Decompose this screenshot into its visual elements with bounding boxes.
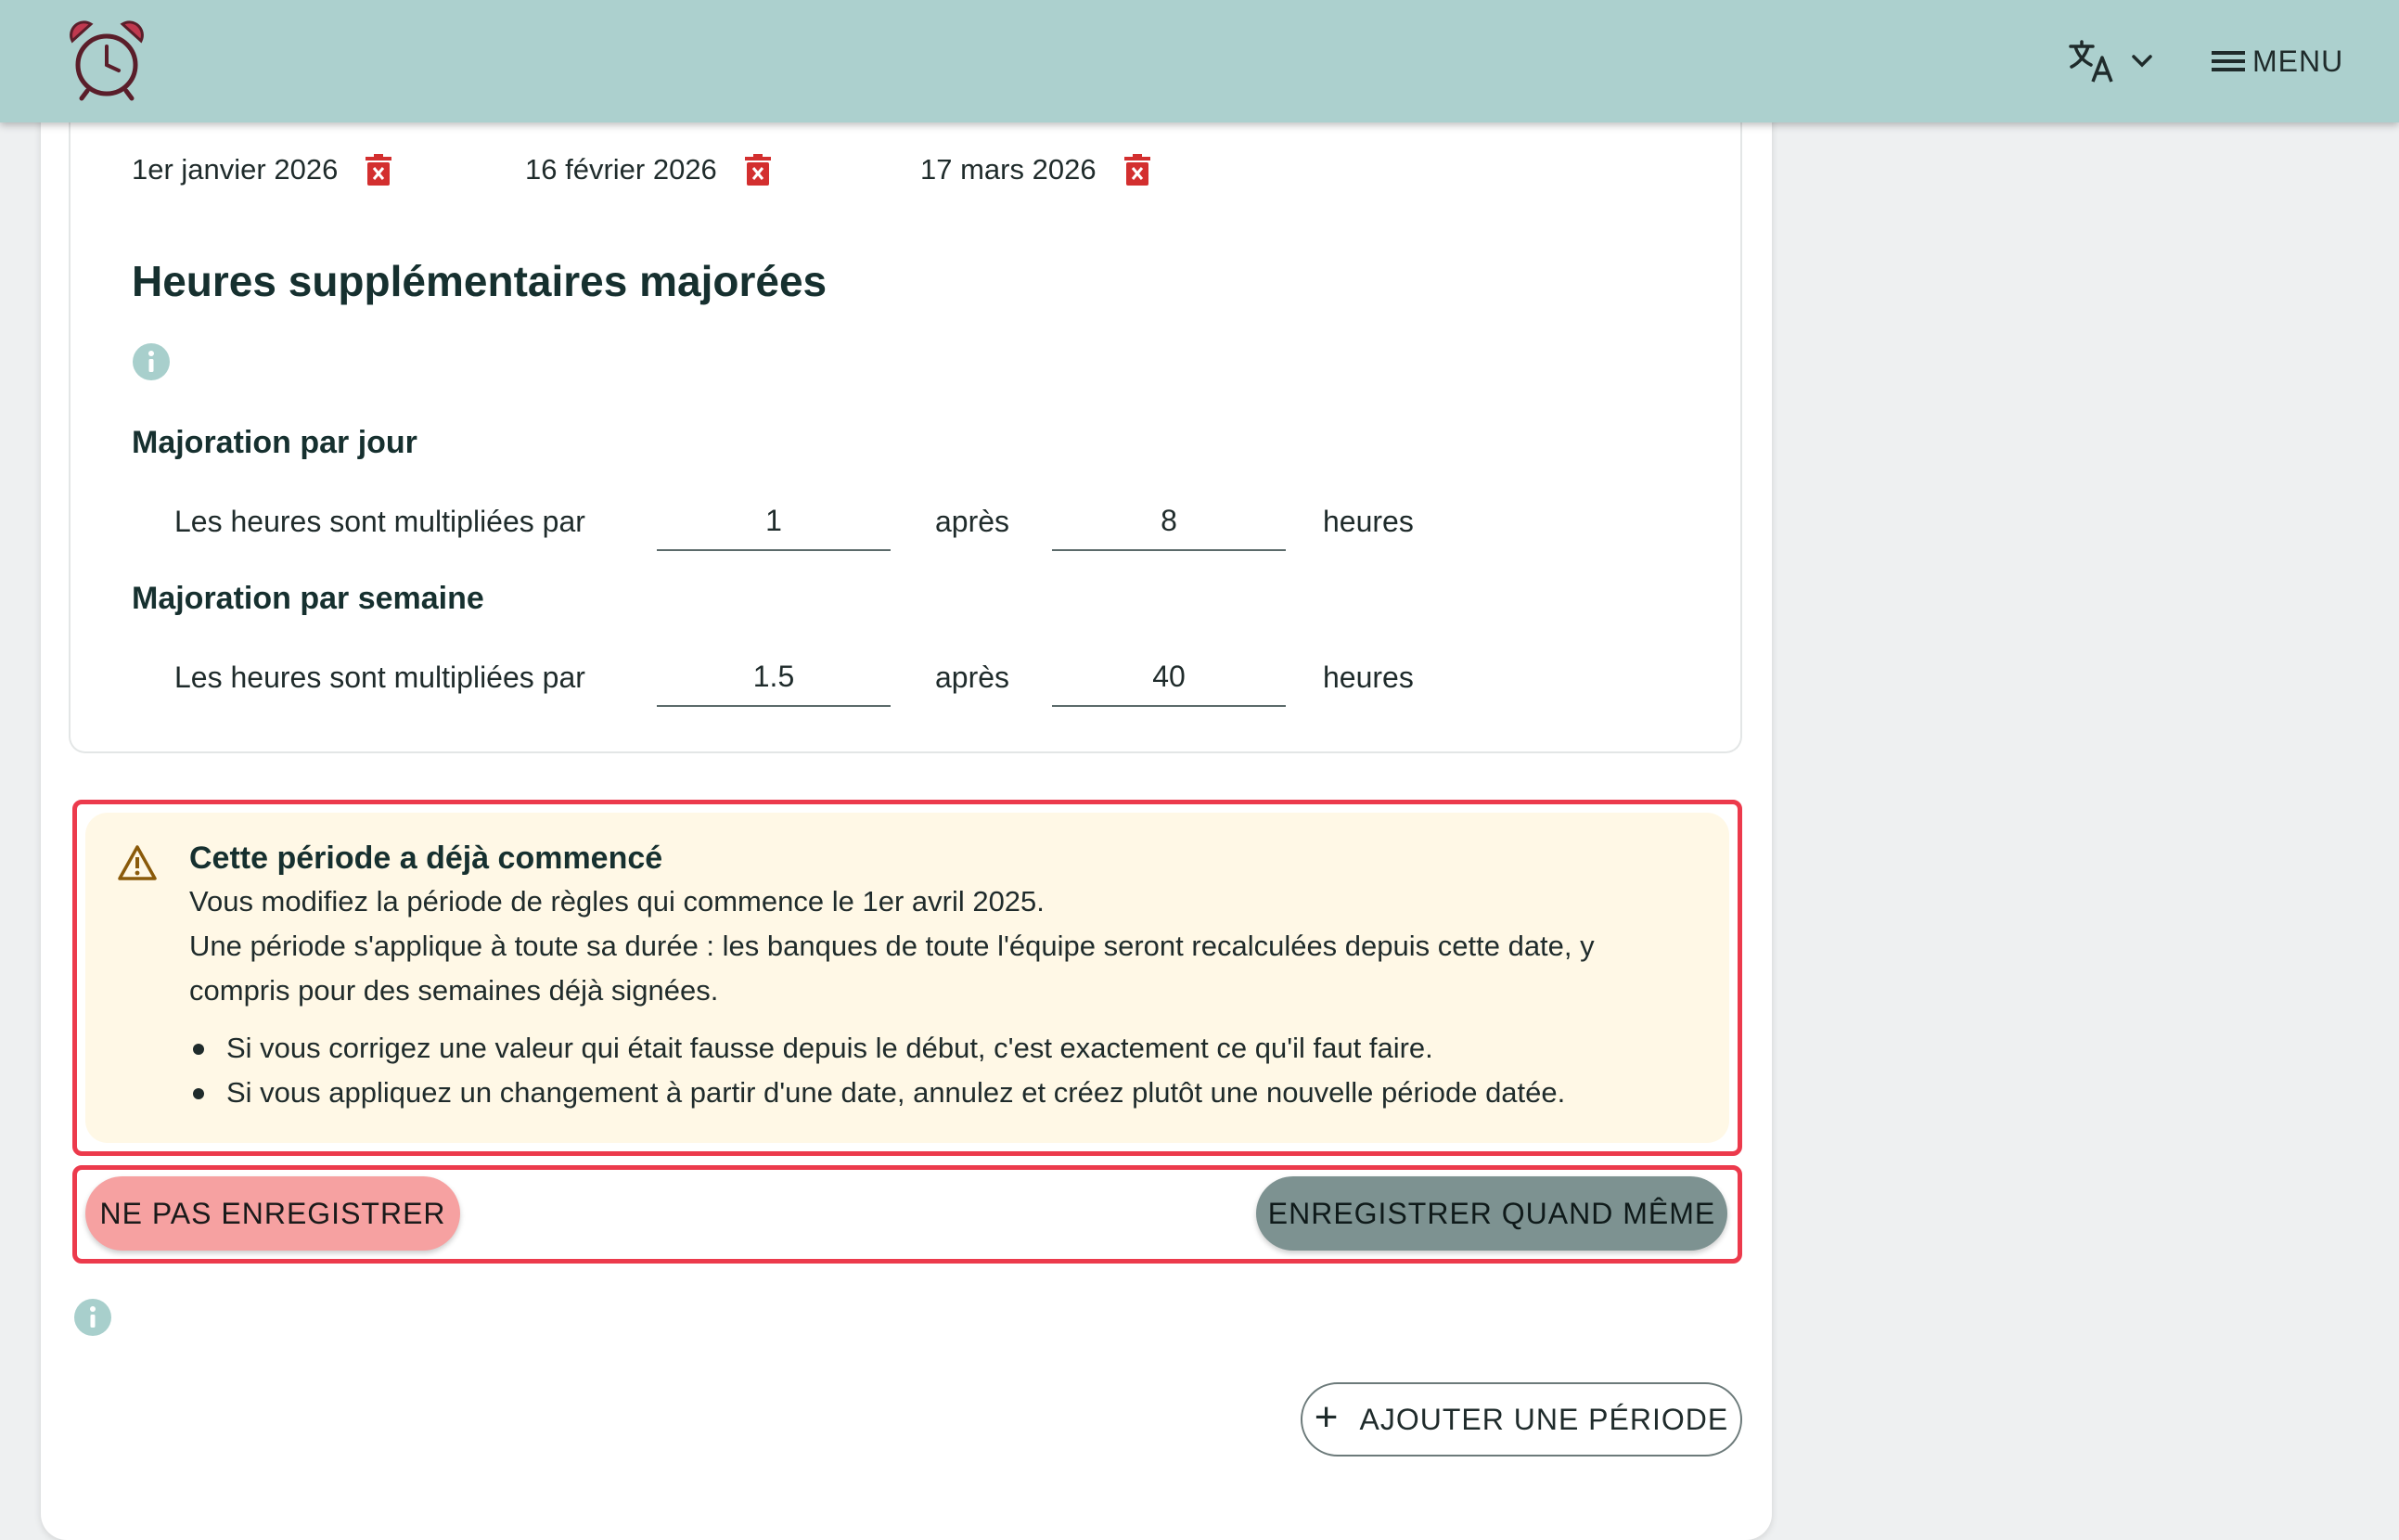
info-icon[interactable] [73,1298,112,1337]
chevron-down-icon [2132,55,2152,68]
plus-icon: + [1314,1394,1340,1440]
menu-label: MENU [2252,44,2344,78]
overtime-title: Heures supplémentaires majorées [132,257,827,305]
daily-multiplier-label: Les heures sont multipliées par [174,505,585,538]
daily-after-label: après [935,505,1010,538]
dont-save-button[interactable]: NE PAS ENREGISTRER [85,1176,460,1251]
weekly-multiplier-input[interactable] [657,648,891,707]
warning-title: Cette période a déjà commencé [189,841,663,876]
daily-hours-input[interactable] [1052,492,1286,551]
weekly-after-label: après [935,661,1010,694]
weekly-multiplier-label: Les heures sont multipliées par [174,661,585,694]
holiday-item: 17 mars 2026 [920,147,1150,193]
warning-line-1: Vous modifiez la période de règles qui c… [189,885,1045,918]
weekly-overtime-title: Majoration par semaine [132,581,484,616]
daily-overtime-title: Majoration par jour [132,425,417,460]
language-selector[interactable] [2069,33,2180,89]
delete-icon[interactable] [366,154,392,186]
daily-multiplier-input[interactable] [657,492,891,551]
weekly-unit-label: heures [1323,661,1414,694]
holiday-item: 1er janvier 2026 [132,147,392,193]
holiday-date: 17 mars 2026 [920,153,1097,186]
alarm-clock-icon[interactable] [67,19,147,102]
warning-line-2: Une période s'applique à toute sa durée … [189,930,1595,1007]
warning-bullet: Si vous corrigez une valeur qui était fa… [226,1032,1433,1064]
weekly-hours-input[interactable] [1052,648,1286,707]
bullet-icon [193,1088,204,1099]
info-icon[interactable] [132,342,171,381]
delete-icon[interactable] [1123,154,1150,186]
app-header: MENU [0,0,2399,122]
add-period-button[interactable]: + AJOUTER UNE PÉRIODE [1301,1382,1742,1457]
menu-button[interactable]: MENU [2210,33,2343,89]
holiday-item: 16 février 2026 [525,147,771,193]
holiday-date: 1er janvier 2026 [132,153,339,186]
hamburger-icon [2212,51,2245,71]
holiday-date: 16 février 2026 [525,153,717,186]
bullet-icon [193,1044,204,1055]
translate-icon [2069,40,2113,83]
delete-icon[interactable] [744,154,771,186]
warning-icon [118,845,157,880]
save-anyway-button[interactable]: ENREGISTRER QUAND MÊME [1256,1176,1727,1251]
add-period-label: AJOUTER UNE PÉRIODE [1359,1402,1729,1436]
warning-bullet: Si vous appliquez un changement à partir… [226,1076,1566,1109]
daily-unit-label: heures [1323,505,1414,538]
